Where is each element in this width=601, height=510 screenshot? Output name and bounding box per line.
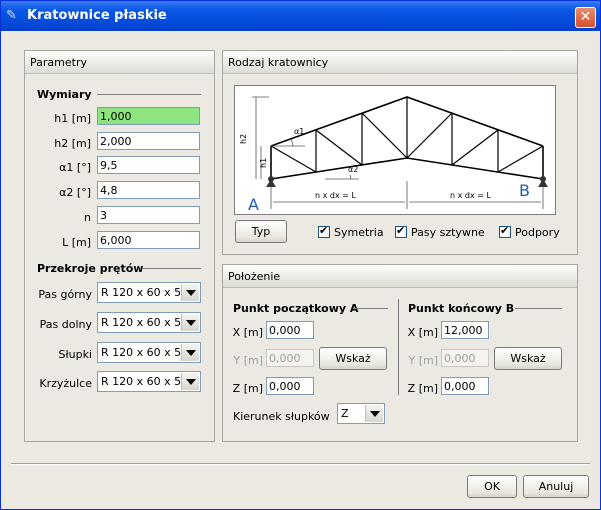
bottom-chord-label: Pas dolny	[39, 318, 92, 331]
post-direction-combo[interactable]: Z	[337, 403, 385, 424]
chevron-down-icon[interactable]	[365, 405, 383, 422]
top-chord-combo[interactable]: R 120 x 60 x 5	[97, 282, 201, 303]
h1-diagram-label: h1	[259, 158, 268, 168]
truss-diagram: h2 h1 α1 α2 n x dx = L n x dx = L A B	[239, 96, 548, 214]
start-point-title: Punkt początkowy A	[233, 302, 359, 315]
chevron-down-icon[interactable]	[181, 344, 199, 361]
end-point-rule	[515, 308, 562, 309]
symmetry-checkbox[interactable]	[318, 224, 330, 238]
alpha2-label: α2 [°]	[59, 186, 91, 199]
position-divider	[398, 299, 399, 395]
end-z-label: Z [m]	[407, 382, 438, 395]
chevron-down-icon[interactable]	[181, 314, 199, 331]
bottom-chord-combo[interactable]: R 120 x 60 x 5	[97, 312, 201, 333]
start-y-field[interactable]	[266, 349, 314, 367]
post-direction-value: Z	[341, 407, 349, 420]
end-point-title: Punkt końcowy B	[408, 302, 515, 315]
start-x-label: X [m]	[232, 326, 263, 339]
start-y-label: Y [m]	[233, 354, 263, 367]
footer-separator	[11, 463, 590, 465]
truss-type-panel: Rodzaj kratownicy h2 h1 α1 α2 n x dx = L…	[222, 50, 578, 255]
end-x-label: X [m]	[407, 326, 438, 339]
alpha1-diagram-label: α1	[294, 127, 304, 136]
post-direction-label: Kierunek słupków	[233, 410, 330, 423]
start-x-field[interactable]	[266, 321, 314, 339]
span-right-label: n x dx = L	[450, 191, 491, 200]
end-x-field[interactable]	[441, 321, 489, 339]
start-z-field[interactable]	[266, 377, 314, 395]
end-z-field[interactable]	[441, 377, 489, 395]
start-pick-button[interactable]: Wskaż	[319, 347, 387, 370]
cancel-button[interactable]: Anuluj	[523, 475, 589, 498]
rigid-chords-label: Pasy sztywne	[411, 226, 485, 239]
alpha1-field[interactable]	[97, 156, 200, 174]
alpha2-diagram-label: α2	[348, 165, 358, 174]
chevron-down-icon[interactable]	[181, 284, 199, 301]
length-label: L [m]	[62, 236, 91, 249]
end-y-field[interactable]	[441, 349, 489, 367]
dialog-window: ✎ Kratownice płaskie ✕ Parametry Wymiary…	[0, 0, 601, 510]
h2-label: h2 [m]	[54, 137, 91, 150]
h2-field[interactable]	[97, 132, 200, 150]
start-z-label: Z [m]	[232, 382, 263, 395]
dimensions-title: Wymiary	[37, 88, 92, 101]
top-chord-label: Pas górny	[38, 288, 92, 301]
alpha2-field[interactable]	[97, 181, 200, 199]
dimensions-rule	[97, 94, 201, 95]
truss-type-header: Rodzaj kratownicy	[223, 51, 577, 74]
parameters-header: Parametry	[25, 51, 214, 74]
length-field[interactable]	[97, 231, 200, 249]
posts-combo[interactable]: R 120 x 60 x 5	[97, 342, 201, 363]
type-button[interactable]: Typ	[235, 220, 287, 243]
top-chord-value: R 120 x 60 x 5	[101, 286, 182, 299]
end-y-label: Y [m]	[408, 354, 438, 367]
h1-label: h1 [m]	[54, 112, 91, 125]
posts-label: Słupki	[58, 348, 93, 361]
chevron-down-icon[interactable]	[181, 373, 199, 390]
ok-button[interactable]: OK	[467, 475, 517, 498]
position-panel: Położenie Punkt początkowy A X [m] Y [m]…	[222, 264, 578, 442]
sections-title: Przekroje prętów	[37, 262, 144, 275]
title-bar[interactable]: ✎ Kratownice płaskie ✕	[1, 1, 600, 31]
symmetry-label: Symetria	[334, 226, 384, 239]
n-field[interactable]	[97, 206, 200, 224]
close-button[interactable]: ✕	[575, 7, 596, 28]
position-header: Położenie	[223, 265, 577, 288]
diagonals-label: Krzyżulce	[39, 377, 92, 390]
h2-diagram-label: h2	[239, 134, 248, 144]
bottom-chord-value: R 120 x 60 x 5	[101, 316, 182, 329]
window-title: Kratownice płaskie	[27, 8, 167, 23]
sections-rule	[143, 268, 201, 269]
diagonals-combo[interactable]: R 120 x 60 x 5	[97, 371, 201, 392]
end-pick-button[interactable]: Wskaż	[494, 347, 562, 370]
supports-checkbox[interactable]	[499, 224, 511, 238]
alpha1-label: α1 [°]	[59, 161, 91, 174]
parameters-panel: Parametry Wymiary h1 [m] h2 [m] α1 [°] α…	[24, 50, 215, 442]
point-b-label: B	[519, 181, 530, 200]
posts-value: R 120 x 60 x 5	[101, 346, 182, 359]
supports-label: Podpory	[515, 226, 560, 239]
app-icon: ✎	[6, 8, 17, 23]
h1-field[interactable]	[97, 107, 200, 125]
point-a-label: A	[248, 195, 259, 214]
diagonals-value: R 120 x 60 x 5	[101, 375, 182, 388]
n-label: n	[84, 211, 91, 224]
truss-preview: h2 h1 α1 α2 n x dx = L n x dx = L A B	[234, 85, 556, 215]
start-point-rule	[354, 308, 388, 309]
rigid-chords-checkbox[interactable]	[395, 224, 407, 238]
span-left-label: n x dx = L	[315, 191, 356, 200]
